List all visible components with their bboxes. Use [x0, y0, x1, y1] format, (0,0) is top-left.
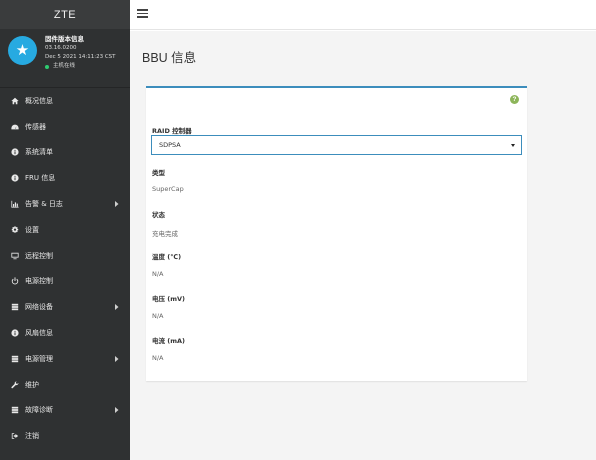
firmware-version: 03.16.0200 — [45, 45, 77, 51]
firmware-datetime: Dec 5 2021 14:11:23 CST — [45, 54, 116, 60]
sidebar-item-fan-info[interactable]: 风扇信息 — [0, 320, 130, 346]
current-label: 电流 (mA) — [152, 337, 186, 345]
type-label: 类型 — [152, 169, 165, 177]
voltage-value: N/A — [152, 312, 164, 320]
sidebar: ZTE ★ 固件版本信息 03.16.0200 Dec 5 2021 14:11… — [0, 0, 130, 460]
type-value: SuperCap — [152, 185, 184, 193]
sidebar-item-label: 告警 & 日志 — [25, 200, 63, 209]
sidebar-item-network-devices[interactable]: 网络设备 — [0, 294, 130, 320]
wrench-icon — [10, 380, 19, 389]
info-icon — [10, 148, 19, 157]
host-status: 主机在线 — [45, 62, 129, 71]
status-label: 状态 — [152, 211, 165, 219]
voltage-label: 电压 (mV) — [152, 295, 186, 303]
raid-controller-selected: SDPSA — [159, 141, 181, 149]
gear-icon — [10, 225, 19, 234]
sign-out-icon — [10, 432, 19, 441]
sidebar-item-label: 远程控制 — [25, 251, 53, 260]
sidebar-item-remote-control[interactable]: 远程控制 — [0, 243, 130, 269]
sidebar-item-sensors[interactable]: 传感器 — [0, 114, 130, 140]
home-icon — [10, 96, 19, 105]
sidebar-item-label: 维护 — [25, 380, 39, 389]
temperature-value: N/A — [152, 270, 164, 278]
status-value: 充电完成 — [152, 230, 178, 238]
dashboard-icon — [10, 122, 19, 131]
sidebar-menu: 概况信息 传感器 系统清单 FRU 信息 告警 & 日志 设置 远程控制 电源控… — [0, 88, 130, 449]
chevron-right-icon — [114, 201, 119, 208]
bar-chart-icon — [10, 200, 19, 209]
host-status-label: 主机在线 — [53, 63, 76, 69]
sidebar-item-label: 网络设备 — [25, 303, 53, 312]
sidebar-item-label: 设置 — [25, 225, 39, 234]
server-icon — [10, 303, 19, 312]
server-icon — [10, 354, 19, 363]
sidebar-item-label: 电源控制 — [25, 277, 53, 286]
sidebar-item-label: 概况信息 — [25, 96, 53, 105]
sidebar-item-label: FRU 信息 — [25, 174, 56, 183]
info-icon — [10, 174, 19, 183]
sidebar-item-label: 系统清单 — [25, 148, 53, 157]
chevron-right-icon — [114, 355, 119, 362]
sidebar-item-maintenance[interactable]: 维护 — [0, 372, 130, 398]
current-value: N/A — [152, 354, 164, 362]
raid-controller-select[interactable]: SDPSA — [151, 135, 522, 155]
star-icon: ★ — [8, 36, 37, 65]
sidebar-item-label: 注销 — [25, 432, 39, 441]
chevron-right-icon — [114, 304, 119, 311]
brand-logo[interactable]: ZTE — [0, 0, 130, 29]
firmware-title: 固件版本信息 — [45, 35, 84, 43]
sidebar-item-settings[interactable]: 设置 — [0, 217, 130, 243]
sidebar-item-diagnostics[interactable]: 故障诊断 — [0, 398, 130, 424]
sidebar-item-logout[interactable]: 注销 — [0, 423, 130, 449]
server-icon — [10, 406, 19, 415]
sidebar-item-label: 传感器 — [25, 122, 46, 131]
sidebar-item-power-control[interactable]: 电源控制 — [0, 269, 130, 295]
sidebar-item-alarms-logs[interactable]: 告警 & 日志 — [0, 191, 130, 217]
sidebar-item-overview[interactable]: 概况信息 — [0, 88, 130, 114]
sidebar-item-label: 电源管理 — [25, 354, 53, 363]
bbu-info-panel: ? RAID 控制器 SDPSA 类型 SuperCap 状态 充电完成 温度 … — [146, 86, 527, 381]
raid-controller-label: RAID 控制器 — [152, 127, 192, 135]
user-panel: ★ 固件版本信息 03.16.0200 Dec 5 2021 14:11:23 … — [0, 29, 130, 88]
page-title: BBU 信息 — [142, 51, 197, 65]
temperature-label: 温度 (℃) — [152, 253, 182, 261]
sidebar-item-inventory[interactable]: 系统清单 — [0, 140, 130, 166]
online-dot-icon — [45, 64, 49, 69]
sidebar-item-label: 风扇信息 — [25, 329, 53, 338]
main-content: BBU 信息 ? RAID 控制器 SDPSA 类型 SuperCap 状态 充… — [130, 31, 596, 460]
monitor-icon — [10, 251, 19, 260]
sidebar-item-label: 故障诊断 — [25, 406, 53, 415]
hamburger-menu-icon[interactable] — [137, 9, 148, 18]
info-icon — [10, 329, 19, 338]
sidebar-item-fru[interactable]: FRU 信息 — [0, 165, 130, 191]
help-icon[interactable]: ? — [510, 95, 519, 104]
top-bar — [130, 0, 596, 30]
firmware-info: 固件版本信息 03.16.0200 Dec 5 2021 14:11:23 CS… — [45, 35, 129, 71]
sidebar-item-power-management[interactable]: 电源管理 — [0, 346, 130, 372]
power-icon — [10, 277, 19, 286]
chevron-right-icon — [114, 407, 119, 414]
caret-down-icon — [511, 144, 515, 147]
